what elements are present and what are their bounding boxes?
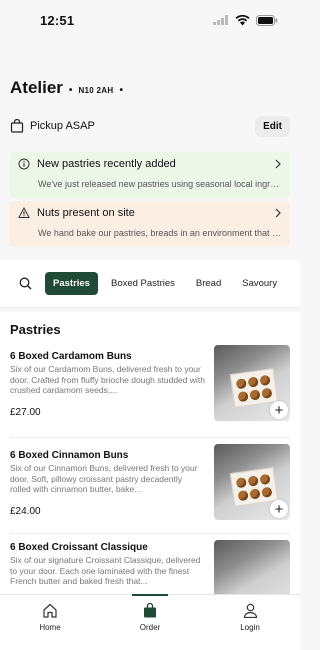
store-header: Atelier • N10 2AH • (0, 78, 300, 98)
tab-boxed-pastries[interactable]: Boxed Pastries (103, 272, 183, 295)
notice-nuts[interactable]: Nuts present on site We hand bake our pa… (10, 201, 290, 247)
notice-body: We've just released new pastries using s… (38, 179, 282, 189)
chevron-right-icon (275, 208, 281, 218)
product-list: Pastries 6 Boxed Cardamom Buns Six of ou… (0, 312, 300, 594)
product-image: + (214, 345, 290, 421)
section-title: Pastries (10, 322, 61, 337)
pickup-label: Pickup ASAP (30, 120, 95, 132)
nav-label: Home (39, 623, 61, 632)
pickup-row: Pickup ASAP Edit (10, 115, 290, 137)
edit-pickup-button[interactable]: Edit (255, 115, 290, 137)
bag-icon (10, 119, 24, 133)
status-icons (213, 14, 278, 26)
product-card[interactable]: 6 Boxed Cardamom Buns Six of our Cardamo… (10, 345, 290, 437)
add-to-cart-button[interactable]: + (270, 500, 288, 518)
status-time: 12:51 (40, 12, 75, 28)
warning-icon (18, 207, 30, 218)
product-image (214, 540, 290, 594)
bottom-nav: Home Order Login (0, 594, 300, 650)
store-separator: • (68, 85, 73, 96)
user-icon (243, 603, 257, 618)
signal-icon (213, 15, 228, 25)
bag-icon (144, 603, 156, 618)
add-to-cart-button[interactable]: + (270, 401, 288, 419)
home-icon (43, 603, 57, 618)
battery-icon (256, 14, 278, 26)
tab-bread[interactable]: Bread (188, 272, 229, 295)
search-icon[interactable] (16, 275, 34, 293)
notice-title: Nuts present on site (37, 207, 135, 219)
product-price: £27.00 (10, 407, 41, 418)
nav-home[interactable]: Home (0, 595, 100, 650)
product-name: 6 Boxed Cardamom Buns (10, 351, 132, 362)
product-name: 6 Boxed Croissant Classique (10, 542, 148, 553)
status-bar: 12:51 (0, 0, 300, 40)
pickup-info: Pickup ASAP (10, 119, 95, 133)
store-separator: • (119, 85, 123, 96)
product-price: £24.00 (10, 506, 41, 517)
tab-pastries[interactable]: Pastries (45, 272, 98, 295)
info-icon (18, 158, 30, 170)
nav-login[interactable]: Login (200, 595, 300, 650)
tab-savoury[interactable]: Savoury (234, 272, 285, 295)
nav-label: Order (139, 623, 161, 632)
chevron-right-icon (275, 159, 281, 169)
product-card[interactable]: 6 Boxed Croissant Classique Six of our s… (10, 533, 290, 594)
nav-label: Login (240, 623, 260, 632)
product-name: 6 Boxed Cinnamon Buns (10, 450, 129, 461)
store-name: Atelier (10, 78, 63, 97)
product-description: Six of our Cinnamon Buns, delivered fres… (10, 463, 198, 494)
product-description: Six of our Cardamom Buns, delivered fres… (10, 364, 205, 395)
store-row[interactable]: Atelier • N10 2AH • (10, 78, 290, 98)
product-description: Six of our signature Croissant Classique… (10, 555, 201, 586)
notice-new-pastries[interactable]: New pastries recently added We've just r… (10, 152, 290, 198)
product-image: + (214, 444, 290, 520)
notice-body: We hand bake our pastries, breads in an … (38, 228, 282, 238)
notice-title: New pastries recently added (37, 158, 176, 170)
store-postcode: N10 2AH (78, 86, 114, 95)
category-tabs: Pastries Boxed Pastries Bread Savoury (0, 260, 300, 308)
nav-order[interactable]: Order (100, 594, 200, 650)
wifi-icon (235, 14, 250, 25)
product-card[interactable]: 6 Boxed Cinnamon Buns Six of our Cinnamo… (10, 437, 290, 523)
